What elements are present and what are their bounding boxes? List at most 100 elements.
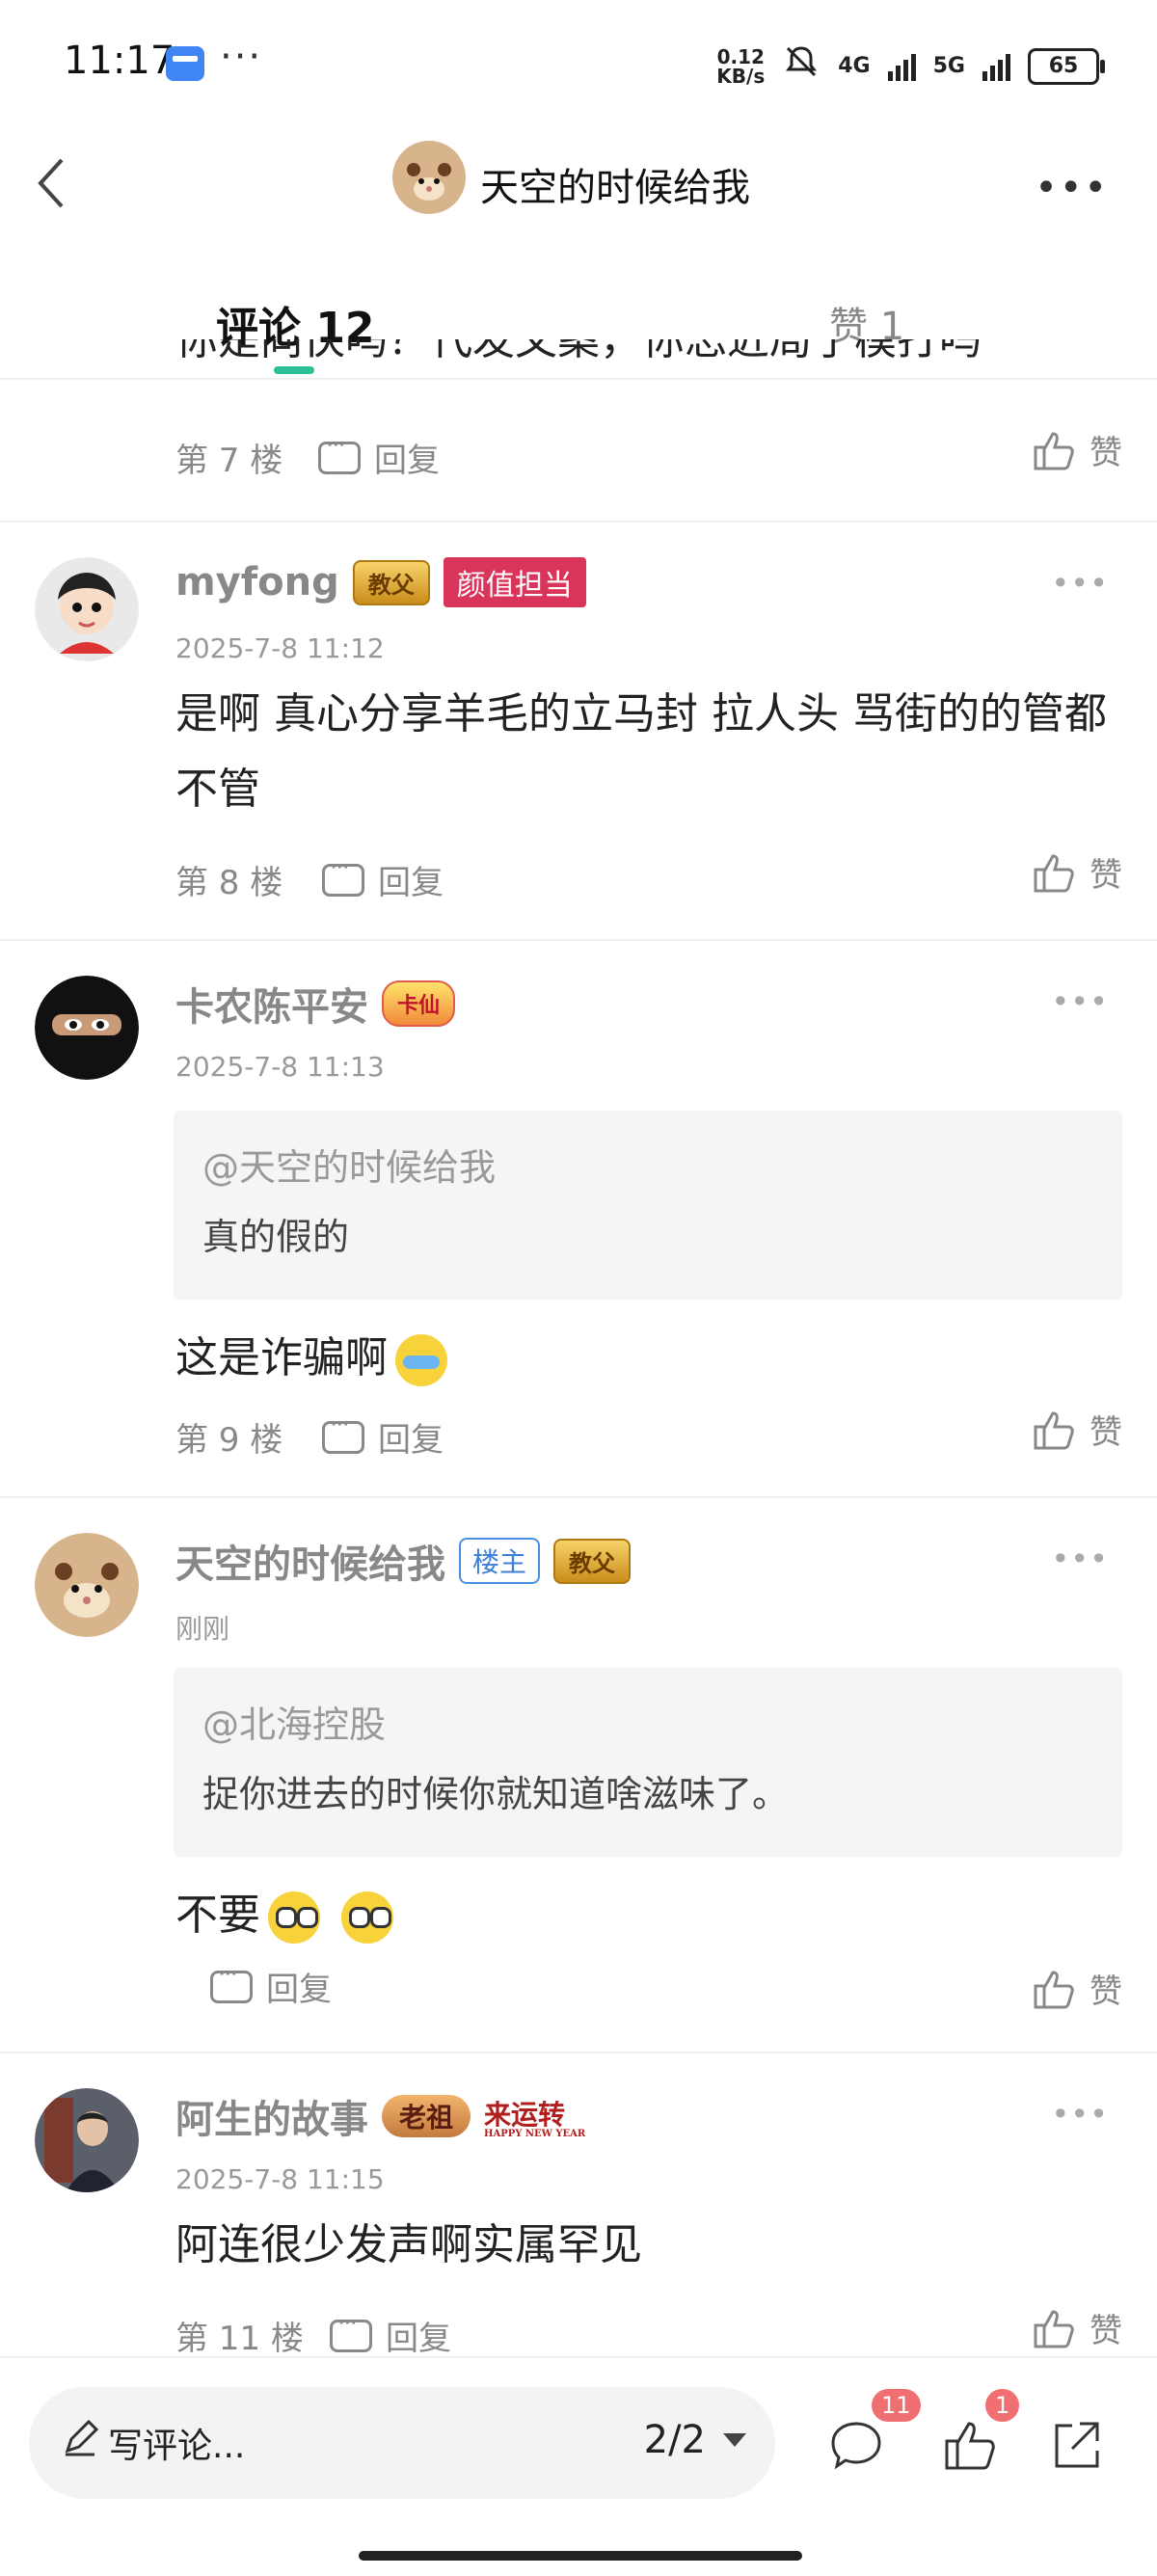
quoted-username[interactable]: @天空的时候给我 [202, 1138, 496, 1191]
comment-text: 不要 [175, 1891, 260, 1940]
bottom-bar: 写评论... 2/2 11 1 [0, 2356, 1157, 2576]
like-button[interactable]: 赞 [1032, 1965, 1122, 2012]
username[interactable]: 阿生的故事 [175, 2088, 368, 2144]
network-speed-value: 0.12 [716, 44, 765, 68]
username[interactable]: myfong [175, 560, 339, 604]
reply-icon [330, 2309, 372, 2352]
floor-number: 第 9 楼 [175, 1421, 283, 1460]
quoted-text: 捉你进去的时候你就知道啥滋味了。 [202, 1773, 790, 1815]
back-icon[interactable] [29, 154, 77, 212]
username-row: 阿生的故事 老祖 来运转 HAPPY NEW YEAR [175, 2088, 585, 2144]
thumb-up-icon [1034, 431, 1074, 470]
comment-count-badge: 11 [872, 2389, 921, 2422]
status-indicators: 0.12 KB/s 4G 5G 65 [716, 42, 1105, 90]
like-label: 赞 [1090, 1972, 1122, 2011]
reply-button[interactable]: 回复 [318, 431, 440, 481]
status-bar: 11:17 ··· 0.12 KB/s 4G 5G 65 [0, 0, 1157, 125]
comment-body: 不要 [175, 1878, 1120, 1953]
user-avatar[interactable] [35, 2088, 139, 2192]
network-5g-label: 5G [932, 54, 965, 78]
comment-text: 阿连很少发声啊实属罕见 [175, 2220, 642, 2269]
page-title[interactable]: 天空的时候给我 [480, 156, 750, 212]
badge-new-year: 来运转 HAPPY NEW YEAR [484, 2094, 585, 2139]
thumb-up-icon [1034, 2309, 1074, 2348]
user-avatar[interactable] [35, 557, 139, 661]
thumb-up-icon [1034, 853, 1074, 892]
reply-button[interactable]: 回复 [322, 1410, 444, 1461]
comment-input[interactable]: 写评论... 2/2 [29, 2387, 775, 2499]
username[interactable]: 天空的时候给我 [175, 1533, 445, 1589]
share-icon[interactable] [1047, 2416, 1105, 2474]
network-speed: 0.12 KB/s [716, 47, 765, 86]
timestamp: 2025-7-8 11:12 [175, 632, 385, 664]
network-4g-label: 4G [838, 54, 871, 78]
username-row: myfong 教父 颜值担当 [175, 557, 586, 607]
bell-muted-icon [782, 42, 821, 90]
status-time: 11:17 [64, 39, 175, 83]
reply-label: 回复 [378, 864, 444, 902]
comment-more-icon[interactable]: ••• [1051, 2096, 1109, 2133]
reply-label: 回复 [378, 1421, 444, 1460]
like-label: 赞 [1090, 434, 1122, 472]
reply-button[interactable]: 回复 [322, 853, 444, 903]
comment-body: 这是诈骗啊 [175, 1321, 1120, 1396]
more-notifications-icon: ··· [220, 35, 263, 79]
like-button[interactable]: 赞 [1032, 426, 1122, 473]
quoted-reply[interactable]: @天空的时候给我 真的假的 [174, 1111, 1122, 1300]
comment-item-floor-8: myfong 教父 颜值担当 ••• 2025-7-8 11:12 是啊 真心分… [0, 523, 1157, 941]
like-label: 赞 [1090, 856, 1122, 895]
like-label: 赞 [1090, 1413, 1122, 1452]
page-selector[interactable]: 2/2 [644, 2418, 746, 2462]
timestamp: 刚刚 [175, 1613, 230, 1645]
more-options-icon[interactable]: ••• [1035, 166, 1109, 210]
floor-number: 第 8 楼 [175, 864, 283, 902]
page-number: 2/2 [643, 2418, 706, 2462]
timestamp: 2025-7-8 11:13 [175, 1051, 385, 1083]
home-indicator[interactable] [359, 2551, 802, 2561]
thumb-up-icon [1034, 1970, 1074, 2008]
reply-icon [322, 853, 364, 897]
comment-text: 这是诈骗啊 [175, 1333, 388, 1382]
reply-icon [322, 1410, 364, 1454]
signal-5g-icon [982, 52, 1010, 81]
comment-item-op: 天空的时候给我 楼主 教父 ••• 刚刚 @北海控股 捉你进去的时候你就知道啥滋… [0, 1498, 1157, 2053]
like-button[interactable]: 赞 [1032, 2304, 1122, 2351]
comment-input-placeholder: 写评论... [108, 2427, 246, 2466]
user-avatar[interactable] [35, 976, 139, 1080]
reply-icon [318, 431, 361, 474]
badge-godfather: 教父 [352, 559, 430, 605]
floor-number: 第 11 楼 [175, 2320, 304, 2358]
network-speed-unit: KB/s [716, 64, 766, 88]
badge-godfather: 教父 [553, 1538, 632, 1584]
comment-more-icon[interactable]: ••• [1051, 565, 1109, 602]
quoted-username[interactable]: @北海控股 [202, 1695, 386, 1748]
like-button[interactable]: 赞 [1032, 848, 1122, 896]
comment-bubble-icon[interactable] [827, 2416, 885, 2474]
reply-icon [210, 1960, 253, 2003]
comment-more-icon[interactable]: ••• [1051, 1541, 1109, 1577]
comment-item-floor-7: 你是同伙吗？代发文案，你忘近局了模打吗 第 7 楼 回复 赞 [0, 339, 1157, 523]
badge-laozu: 老祖 [382, 2095, 471, 2137]
comment-item-floor-9: 卡农陈平安 卡仙 ••• 2025-7-8 11:13 @天空的时候给我 真的假… [0, 941, 1157, 1498]
reply-button[interactable]: 回复 [330, 2309, 451, 2359]
like-label: 赞 [1090, 2312, 1122, 2350]
battery-icon: 65 [1028, 47, 1105, 85]
comment-text: 你是同伙吗？代发文案，你忘近局了模打吗 [175, 339, 982, 364]
user-avatar[interactable] [35, 1533, 139, 1637]
pencil-icon [65, 2419, 99, 2456]
header-avatar[interactable] [392, 141, 466, 214]
username-row: 卡农陈平安 卡仙 [175, 976, 456, 1032]
badge-op: 楼主 [459, 1538, 541, 1584]
badge-new-year-text: 来运转 [484, 2098, 566, 2131]
like-button[interactable]: 赞 [1032, 1406, 1122, 1453]
quoted-text: 真的假的 [202, 1216, 350, 1258]
reply-button[interactable]: 回复 [210, 1960, 332, 2010]
signal-4g-icon [887, 52, 916, 81]
like-count-badge: 1 [985, 2389, 1020, 2422]
thumb-up-icon[interactable] [941, 2416, 999, 2474]
crying-emoji-icon [395, 1334, 447, 1386]
username[interactable]: 卡农陈平安 [175, 976, 368, 1032]
floor-number: 第 7 楼 [175, 442, 283, 480]
quoted-reply[interactable]: @北海控股 捉你进去的时候你就知道啥滋味了。 [174, 1668, 1122, 1857]
comment-more-icon[interactable]: ••• [1051, 983, 1109, 1020]
